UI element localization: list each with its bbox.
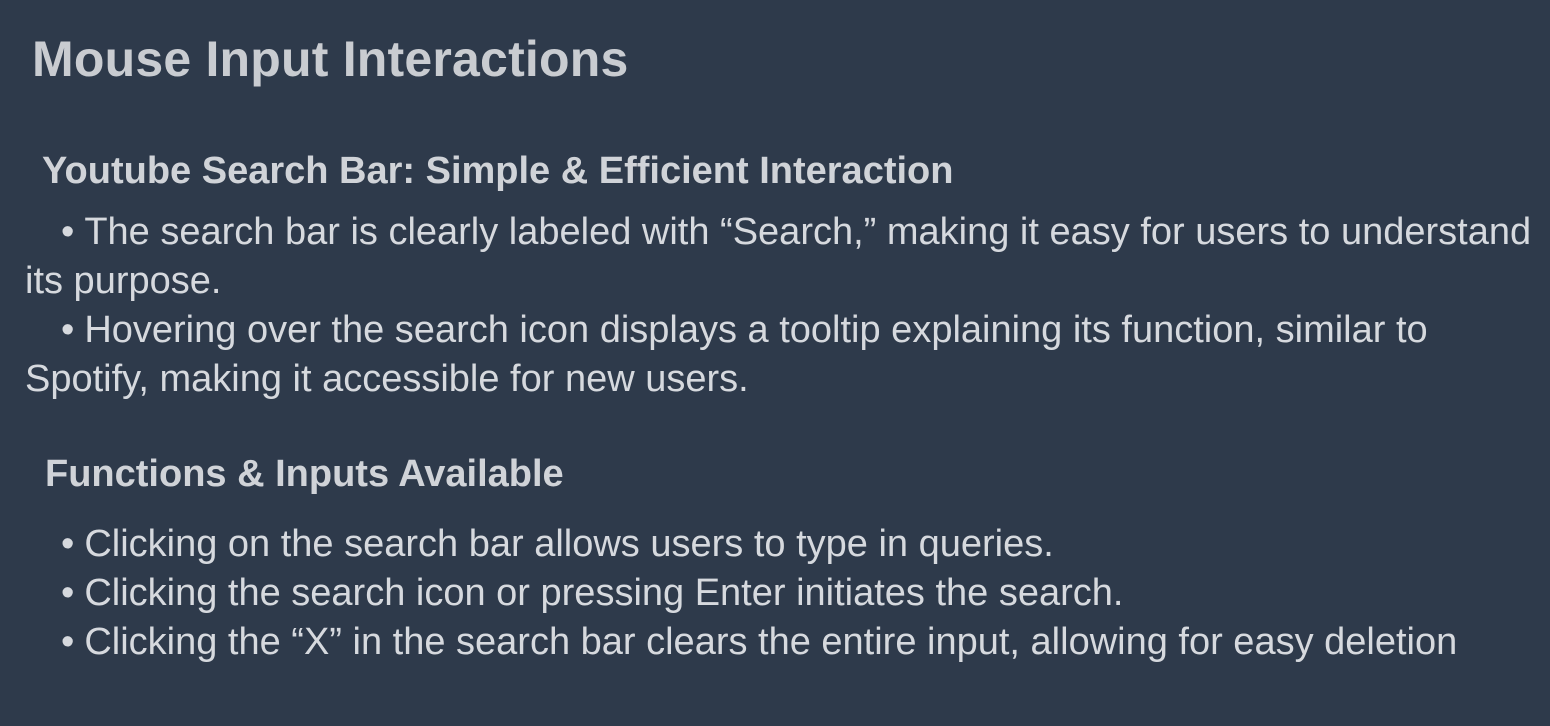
bullet-text: Clicking on the search bar allows users … xyxy=(84,523,1054,565)
bullet-icon: • xyxy=(61,523,75,565)
bullet-icon: • xyxy=(61,572,75,614)
bullet-text: Clicking the “X” in the search bar clear… xyxy=(84,621,1458,663)
bullet-list-youtube-search-bar: • The search bar is clearly labeled with … xyxy=(25,208,1535,404)
list-item: • Hovering over the search icon displays … xyxy=(25,306,1535,404)
list-item: • Clicking on the search bar allows users… xyxy=(25,520,1535,569)
bullet-text: The search bar is clearly labeled with “… xyxy=(25,211,1532,302)
list-item: • Clicking the “X” in the search bar clea… xyxy=(25,618,1535,667)
bullet-icon: • xyxy=(61,309,75,351)
slide: Mouse Input Interactions Youtube Search … xyxy=(0,0,1550,726)
section-heading-youtube-search-bar: Youtube Search Bar: Simple & Efficient I… xyxy=(42,150,954,192)
bullet-icon: • xyxy=(61,211,75,253)
list-item: • The search bar is clearly labeled with … xyxy=(25,208,1535,306)
bullet-icon: • xyxy=(61,621,75,663)
page-title: Mouse Input Interactions xyxy=(32,31,629,87)
bullet-list-functions-inputs: • Clicking on the search bar allows users… xyxy=(25,520,1535,667)
bullet-text: Hovering over the search icon displays a… xyxy=(25,309,1428,400)
bullet-text: Clicking the search icon or pressing Ent… xyxy=(84,572,1124,614)
list-item: • Clicking the search icon or pressing En… xyxy=(25,569,1535,618)
section-heading-functions-inputs: Functions & Inputs Available xyxy=(45,453,564,495)
